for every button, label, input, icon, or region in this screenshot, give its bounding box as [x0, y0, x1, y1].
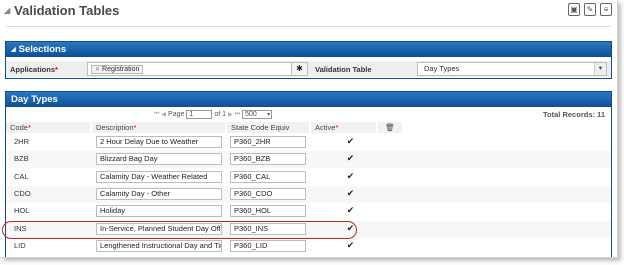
- total-records: Total Records: 11: [543, 110, 605, 119]
- page-title: ◢ Validation Tables: [4, 3, 119, 18]
- prev-page-icon[interactable]: ◀: [161, 111, 166, 118]
- description-input[interactable]: Blizzard Bag Day: [96, 153, 222, 166]
- table-header: Code* Description* State Code Equiv Acti…: [6, 122, 611, 133]
- header-toolbar: ▣ ✎ ≡: [568, 3, 612, 16]
- description-input[interactable]: Calamity Day - Weather Related: [96, 170, 222, 183]
- code-cell: LID: [14, 240, 26, 250]
- delete-column-header[interactable]: 🗑: [378, 122, 402, 133]
- selections-title: Selections: [18, 44, 67, 55]
- table-row: 2HR 2 Hour Delay Due to Weather P360_2HR ✔: [6, 134, 611, 151]
- save-icon[interactable]: ▣: [568, 3, 580, 16]
- code-cell: HOL: [14, 206, 30, 216]
- applications-input[interactable]: ✕ Registration: [87, 62, 308, 76]
- col-header-state-code[interactable]: State Code Equiv: [227, 122, 309, 133]
- chevron-down-icon[interactable]: ▼: [594, 63, 606, 75]
- page-title-text: Validation Tables: [14, 3, 120, 18]
- selections-panel: ◢ Selections Applications* ✕ Registration …: [5, 41, 612, 79]
- collapse-caret-icon: ◢: [11, 47, 16, 53]
- code-cell: 2HR: [14, 137, 30, 146]
- highlight-annotation: [2, 221, 357, 239]
- selections-panel-header[interactable]: ◢ Selections: [6, 42, 611, 57]
- page-label: Page: [168, 111, 185, 118]
- table-row: CDO Calamity Day - Other P360_CDO ✔: [6, 185, 611, 203]
- application-chip[interactable]: ✕ Registration: [91, 65, 144, 74]
- active-checkbox[interactable]: ✔: [346, 240, 355, 250]
- code-cell: CDO: [14, 188, 31, 198]
- table-row: CAL Calamity Day - Weather Related P360_CA…: [6, 169, 611, 186]
- col-header-active[interactable]: Active*: [311, 122, 376, 133]
- table-row: LID Lengthened Instructional Day and Tin P…: [6, 238, 611, 255]
- asterisk-icon: ✱: [296, 64, 303, 73]
- validation-table-select[interactable]: Day Types ▼: [417, 62, 607, 76]
- description-input[interactable]: Holiday: [96, 205, 222, 218]
- state-code-input[interactable]: P360_2HR: [230, 136, 306, 148]
- applications-label: Applications*: [10, 65, 58, 74]
- validation-table-value: Day Types: [424, 64, 460, 73]
- page-of-label: of 1: [214, 111, 227, 118]
- edit-icon[interactable]: ✎: [584, 3, 596, 16]
- pager-row: ⏮ ◀ Page 1 of 1 ▶ ⏭ 500 ▾ Total Records: …: [6, 109, 611, 121]
- application-chip-label: Registration: [102, 66, 140, 73]
- applications-lookup-button[interactable]: ✱: [291, 62, 308, 76]
- day-types-panel-header: Day Types: [6, 92, 611, 107]
- col-header-code[interactable]: Code*: [6, 122, 90, 133]
- state-code-input[interactable]: P360_CDO: [230, 187, 306, 200]
- state-code-input[interactable]: P360_HOL: [230, 205, 306, 218]
- collapse-caret-icon[interactable]: ◢: [4, 6, 10, 15]
- document-icon[interactable]: ≡: [600, 3, 612, 16]
- active-checkbox[interactable]: ✔: [346, 154, 355, 163]
- active-checkbox[interactable]: ✔: [346, 171, 355, 181]
- last-page-icon[interactable]: ⏭: [235, 111, 240, 118]
- description-input[interactable]: 2 Hour Delay Due to Weather: [96, 136, 222, 148]
- code-cell: BZB: [14, 154, 29, 164]
- col-header-description[interactable]: Description*: [92, 122, 225, 133]
- code-cell: CAL: [14, 171, 29, 181]
- pager: ⏮ ◀ Page 1 of 1 ▶ ⏭ 500 ▾: [154, 110, 273, 119]
- page-size-select[interactable]: 500 ▾: [242, 110, 273, 119]
- state-code-input[interactable]: P360_CAL: [230, 170, 306, 183]
- next-page-icon[interactable]: ▶: [228, 111, 233, 118]
- trash-icon[interactable]: 🗑: [385, 123, 395, 132]
- description-input[interactable]: Lengthened Instructional Day and Tin: [96, 239, 222, 252]
- header-divider: [6, 26, 611, 27]
- selections-row: Applications* ✕ Registration ✱ Validation…: [6, 61, 611, 77]
- state-code-input[interactable]: P360_BZB: [230, 153, 306, 166]
- active-checkbox[interactable]: ✔: [346, 206, 355, 215]
- first-page-icon[interactable]: ⏮: [154, 111, 159, 118]
- remove-chip-icon[interactable]: ✕: [95, 67, 100, 73]
- active-checkbox[interactable]: ✔: [346, 137, 355, 146]
- state-code-input[interactable]: P360_LID: [230, 239, 306, 252]
- table-row: BZB Blizzard Bag Day P360_BZB ✔: [6, 151, 611, 169]
- table-row: HOL Holiday P360_HOL ✔: [6, 203, 611, 220]
- description-input[interactable]: Calamity Day - Other: [96, 187, 222, 200]
- active-checkbox[interactable]: ✔: [346, 188, 355, 198]
- validation-table-label: Validation Table: [315, 65, 372, 74]
- page-header: ◢ Validation Tables ▣ ✎ ≡: [0, 0, 617, 22]
- page-number-input[interactable]: 1: [186, 110, 213, 119]
- app-window: ◢ Validation Tables ▣ ✎ ≡ ◢ Selections App…: [0, 0, 618, 258]
